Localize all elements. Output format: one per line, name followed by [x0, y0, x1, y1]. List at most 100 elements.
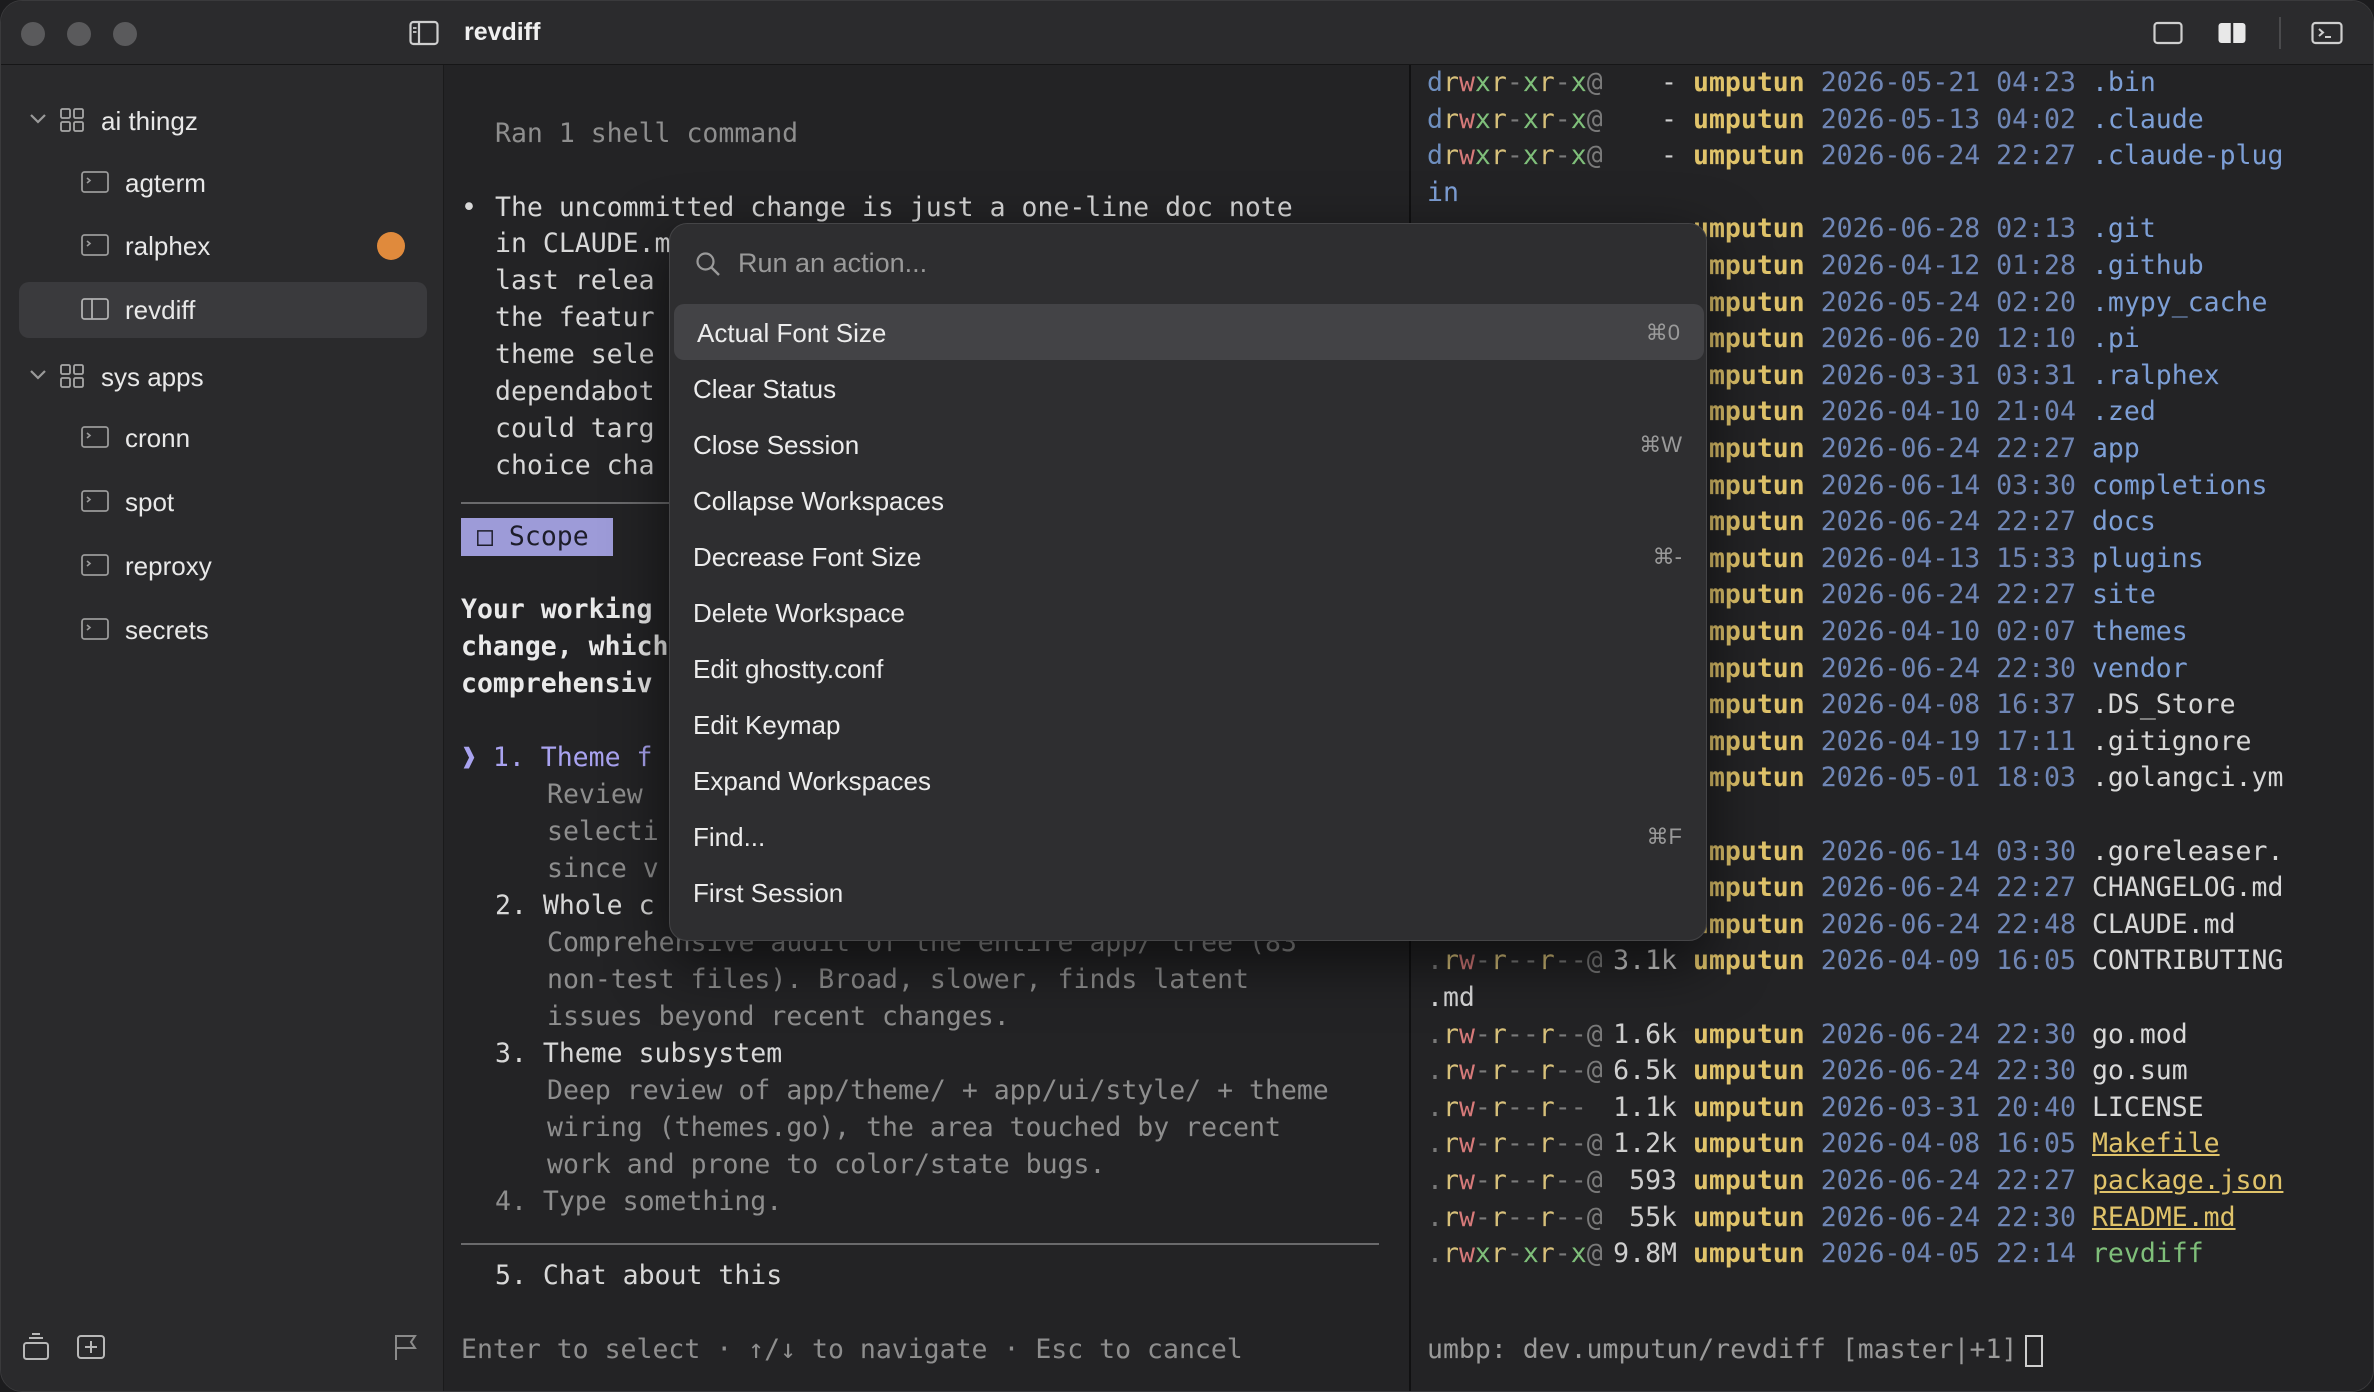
- chevron-down-icon[interactable]: [27, 108, 49, 130]
- shell-prompt: umbp: dev.umputun/revdiff [master|+1]: [1427, 1332, 2044, 1368]
- ls-user: umputun: [1693, 835, 1805, 867]
- ls-user: umputun: [1693, 250, 1805, 281]
- ls-user: umputun: [1693, 1128, 1805, 1160]
- ls-date: 2026-04-08 16:37: [1820, 689, 2076, 721]
- ls-user: umputun: [1693, 1091, 1805, 1123]
- ls-row: drwxr-xr-x@ - umputun 2026-05-13 04:02 .clau…: [1427, 102, 2204, 138]
- ls-date: 2026-06-24 22:27: [1820, 140, 2076, 172]
- ls-filename: .DS_Store: [2091, 689, 2236, 721]
- ls-filename: plugins: [2091, 542, 2204, 574]
- action-label: Edit Keymap: [693, 710, 841, 740]
- ls-filename: .pi: [2091, 323, 2140, 355]
- workspace-header[interactable]: sys apps: [1, 352, 444, 402]
- session-item[interactable]: agterm: [19, 155, 427, 211]
- ls-permissions: drwxr-xr-x@: [1427, 67, 1603, 98]
- ls-user: umputun: [1693, 323, 1805, 355]
- chevron-down-icon[interactable]: [27, 364, 49, 386]
- option[interactable]: 2. Whole c: [495, 888, 655, 924]
- action-shortcut: ⌘-: [1652, 544, 1682, 569]
- ls-size: -: [1661, 67, 1677, 98]
- ls-user: umputun: [1693, 1238, 1805, 1270]
- question-line: Your working: [461, 594, 653, 625]
- option[interactable]: 4. Type something.: [495, 1184, 782, 1220]
- action-item[interactable]: Find... ⌘F: [670, 808, 1706, 864]
- terminal-icon[interactable]: [2311, 19, 2343, 47]
- split-pane-icon[interactable]: [2217, 19, 2247, 47]
- ls-filename: README.md: [2091, 1201, 2236, 1233]
- minimize-window-button[interactable]: [67, 22, 91, 46]
- session-item[interactable]: spot: [19, 474, 427, 530]
- action-item[interactable]: Close Session ⌘W: [670, 416, 1706, 472]
- activity-badge: [377, 232, 405, 260]
- session-label: reproxy: [125, 551, 212, 581]
- ls-date: 2026-05-21 04:23: [1820, 67, 2076, 98]
- message-line: theme sele: [495, 339, 655, 370]
- action-item[interactable]: Collapse Workspaces: [670, 472, 1706, 528]
- zoom-window-button[interactable]: [113, 22, 137, 46]
- toolbar-divider: [2279, 17, 2281, 49]
- ls-permissions: .rw-r--r--: [1427, 1091, 1587, 1123]
- ls-permissions: drwxr-xr-x@: [1427, 103, 1603, 135]
- ls-filename: revdiff: [2091, 1238, 2204, 1270]
- ls-date: 2026-06-24 22:27: [1820, 433, 2076, 464]
- ls-filename: .git: [2091, 213, 2156, 245]
- ls-user: umputun: [1693, 908, 1805, 940]
- ls-row: .rw-r--r--@ 1.6k umputun 2026-06-24 22:30 go…: [1427, 1017, 2188, 1053]
- ls-user: umputun: [1693, 469, 1805, 501]
- action-item[interactable]: Clear Status: [670, 360, 1706, 416]
- session-item-active[interactable]: revdiff: [19, 282, 427, 338]
- ls-user: umputun: [1693, 872, 1805, 904]
- single-pane-icon[interactable]: [2153, 19, 2183, 47]
- command-palette: Actual Font Size ⌘0 Clear Status Close Sess…: [669, 223, 1707, 941]
- ls-user: umputun: [1693, 725, 1805, 757]
- action-item[interactable]: Expand Workspaces: [670, 752, 1706, 808]
- session-item[interactable]: ralphex: [19, 218, 427, 274]
- action-item[interactable]: Delete Workspace: [670, 584, 1706, 640]
- ls-user: umputun: [1693, 213, 1805, 245]
- ls-user: umputun: [1693, 579, 1805, 611]
- action-item[interactable]: Decrease Font Size ⌘-: [670, 528, 1706, 584]
- terminal-session-icon: [81, 234, 109, 256]
- action-item[interactable]: Edit Keymap: [670, 696, 1706, 752]
- option-desc: wiring (themes.go), the area touched by …: [547, 1112, 1281, 1143]
- new-session-icon[interactable]: [21, 1331, 53, 1363]
- ls-filename: .mypy_cache: [2091, 286, 2268, 318]
- workspace-header[interactable]: ai thingz: [1, 96, 444, 146]
- action-item[interactable]: First Session: [670, 864, 1706, 920]
- ls-filename: vendor: [2091, 652, 2188, 684]
- question-line: change, which: [461, 631, 669, 662]
- ls-row: .rw-r--r--@ 6.5k umputun 2026-06-24 22:30 go…: [1427, 1053, 2188, 1089]
- option-selected[interactable]: ❱ 1. Theme f: [461, 740, 652, 776]
- bullet: •: [461, 192, 477, 223]
- message-line: dependabot: [495, 376, 655, 407]
- session-item[interactable]: reproxy: [19, 538, 427, 594]
- ls-date: 2026-06-14 03:30: [1820, 469, 2076, 501]
- close-window-button[interactable]: [21, 22, 45, 46]
- ls-size: 55k: [1629, 1201, 1677, 1233]
- terminal-session-icon: [81, 554, 109, 576]
- option[interactable]: 5. Chat about this: [495, 1258, 782, 1294]
- ls-row: drwxr-xr-x@ - umputun 2026-05-21 04:23 .bin: [1427, 65, 2156, 101]
- action-item-selected[interactable]: Actual Font Size ⌘0: [674, 304, 1704, 360]
- option[interactable]: 3. Theme subsystem: [495, 1036, 782, 1072]
- ls-date: 2026-04-05 22:14: [1820, 1238, 2076, 1270]
- workspace-name: sys apps: [101, 362, 204, 392]
- action-item[interactable]: Edit ghostty.conf: [670, 640, 1706, 696]
- ls-date: 2026-04-13 15:33: [1820, 542, 2076, 574]
- sidebar-toggle-icon[interactable]: [409, 19, 439, 47]
- help-footer: Enter to select · ↑/↓ to navigate · Esc …: [461, 1334, 1243, 1365]
- ls-date: 2026-03-31 03:31: [1820, 359, 2076, 391]
- action-search-input[interactable]: [738, 242, 1638, 284]
- workspace-grid-icon: [60, 108, 84, 132]
- action-label: Edit ghostty.conf: [693, 654, 884, 684]
- flag-icon[interactable]: [391, 1331, 421, 1363]
- option-desc: selecti: [547, 816, 659, 847]
- ls-date: 2026-04-10 02:07: [1820, 616, 2076, 647]
- session-item[interactable]: secrets: [19, 602, 427, 658]
- ls-size: -: [1661, 140, 1677, 172]
- add-workspace-icon[interactable]: [75, 1331, 107, 1363]
- session-item[interactable]: cronn: [19, 410, 427, 466]
- window-title: revdiff: [464, 18, 541, 46]
- ls-date: 2026-05-24 02:20: [1820, 286, 2076, 318]
- action-label: Expand Workspaces: [693, 766, 931, 796]
